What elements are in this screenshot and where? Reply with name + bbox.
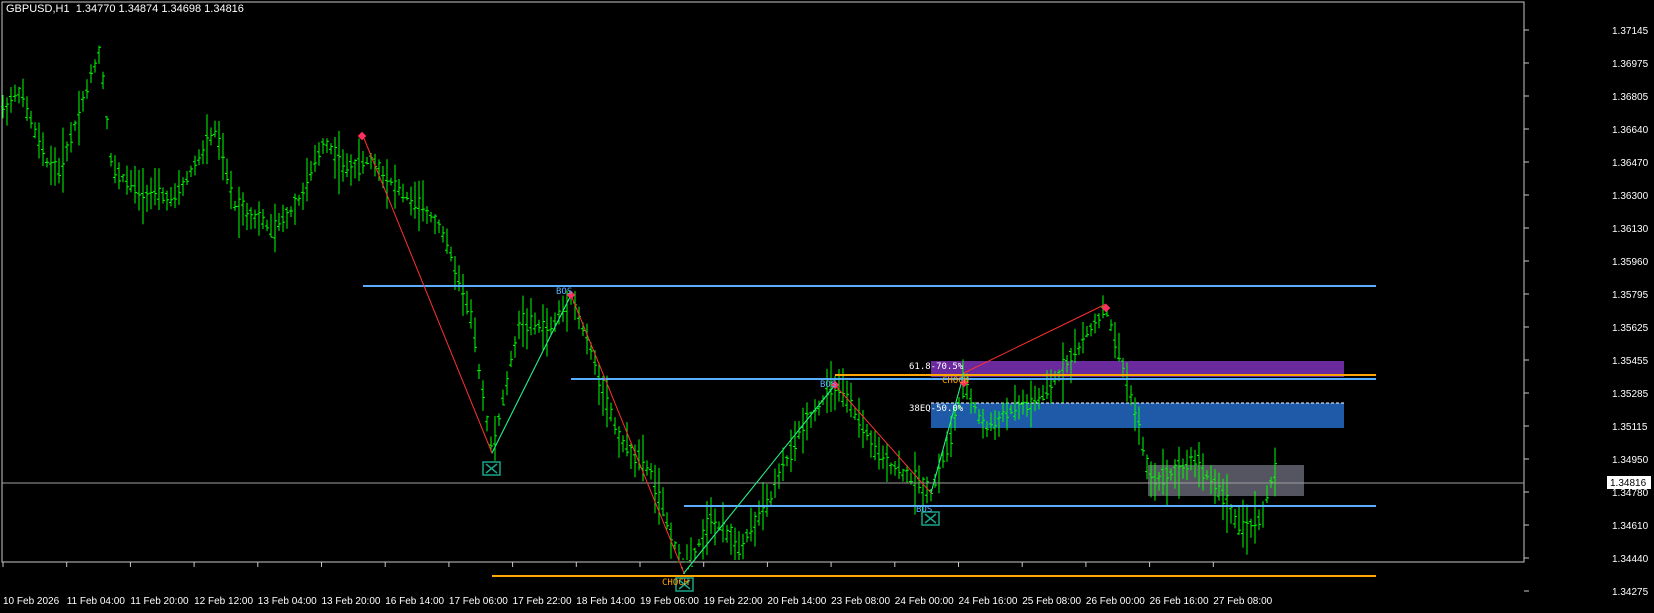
time-tick-label: 13 Feb 20:00 bbox=[322, 596, 381, 607]
eq-label: 38EQ-50.0% bbox=[909, 404, 964, 414]
price-tick-label: 1.34950 bbox=[1612, 455, 1649, 466]
price-tick-label: 1.35455 bbox=[1612, 356, 1649, 367]
time-tick-label: 20 Feb 14:00 bbox=[767, 596, 826, 607]
price-tick-label: 1.34440 bbox=[1612, 554, 1649, 565]
price-axis: 1.37145 1.36975 1.36805 1.36640 1.36470 1.363… bbox=[1524, 26, 1649, 598]
price-tick-label: 1.36300 bbox=[1612, 191, 1649, 202]
price-tick-label: 1.36975 bbox=[1612, 59, 1649, 70]
time-tick-label: 26 Feb 00:00 bbox=[1086, 596, 1145, 607]
zigzag-up-segment-2 bbox=[683, 384, 836, 574]
current-price-value: 1.34816 bbox=[1610, 478, 1647, 489]
price-tick-label: 1.34610 bbox=[1612, 521, 1649, 532]
time-tick-label: 11 Feb 20:00 bbox=[130, 596, 189, 607]
bos-label: BOS bbox=[820, 380, 836, 390]
price-tick-label: 1.34780 bbox=[1612, 488, 1649, 499]
time-tick-label: 16 Feb 14:00 bbox=[385, 596, 444, 607]
price-tick-label: 1.34275 bbox=[1612, 587, 1649, 598]
time-tick-label: 19 Feb 22:00 bbox=[704, 596, 763, 607]
time-tick-label: 23 Feb 08:00 bbox=[831, 596, 890, 607]
price-tick-label: 1.36640 bbox=[1612, 125, 1649, 136]
price-tick-label: 1.36470 bbox=[1612, 158, 1649, 169]
price-tick-label: 1.35795 bbox=[1612, 290, 1649, 301]
fib-label: 61.8-70.5% bbox=[909, 362, 964, 372]
price-tick-label: 1.35115 bbox=[1612, 422, 1648, 433]
time-tick-label: 11 Feb 04:00 bbox=[67, 596, 126, 607]
time-tick-label: 12 Feb 12:00 bbox=[194, 596, 253, 607]
bos-label: BOS bbox=[556, 287, 572, 297]
price-tick-label: 1.36130 bbox=[1612, 224, 1649, 235]
bos-label: BOS bbox=[916, 505, 932, 515]
price-tick-label: 1.35285 bbox=[1612, 389, 1649, 400]
time-tick-label: 13 Feb 04:00 bbox=[258, 596, 317, 607]
choch-label: CHOCH bbox=[942, 376, 969, 386]
time-tick-label: 17 Feb 06:00 bbox=[449, 596, 508, 607]
chart-title: GBPUSD,H1 1.34770 1.34874 1.34698 1.3481… bbox=[6, 3, 244, 15]
symbol-timeframe: GBPUSD,H1 bbox=[6, 3, 70, 15]
price-tick-label: 1.35960 bbox=[1612, 257, 1649, 268]
time-tick-label: 25 Feb 08:00 bbox=[1022, 596, 1081, 607]
zigzag-line bbox=[362, 135, 1107, 574]
chart-window[interactable]: BOS BOS BOS CHOCH CHOCH 61.8-70.5% 38EQ-… bbox=[0, 0, 1654, 613]
box-x-marker bbox=[482, 461, 501, 476]
time-tick-label: 19 Feb 06:00 bbox=[640, 596, 699, 607]
candles-layer bbox=[1, 45, 1277, 575]
ohlc-values: 1.34770 1.34874 1.34698 1.34816 bbox=[75, 3, 244, 15]
time-tick-label: 18 Feb 14:00 bbox=[576, 596, 635, 607]
price-tick-label: 1.37145 bbox=[1612, 26, 1649, 37]
time-tick-label: 24 Feb 00:00 bbox=[895, 596, 954, 607]
time-tick-label: 27 Feb 08:00 bbox=[1213, 596, 1272, 607]
choch-label: CHOCH bbox=[662, 578, 689, 588]
time-tick-label: 10 Feb 2026 bbox=[3, 596, 60, 607]
time-tick-label: 17 Feb 22:00 bbox=[513, 596, 572, 607]
time-tick-label: 26 Feb 16:00 bbox=[1150, 596, 1209, 607]
zigzag-up-segment-3 bbox=[930, 372, 965, 494]
price-tick-label: 1.36805 bbox=[1612, 92, 1649, 103]
price-tick-label: 1.35625 bbox=[1612, 323, 1649, 334]
time-axis: 10 Feb 2026 11 Feb 04:00 11 Feb 20:00 12 Fe… bbox=[2, 562, 1273, 607]
time-tick-label: 24 Feb 16:00 bbox=[959, 596, 1018, 607]
price-chart[interactable]: BOS BOS BOS CHOCH CHOCH 61.8-70.5% 38EQ-… bbox=[0, 0, 1654, 613]
